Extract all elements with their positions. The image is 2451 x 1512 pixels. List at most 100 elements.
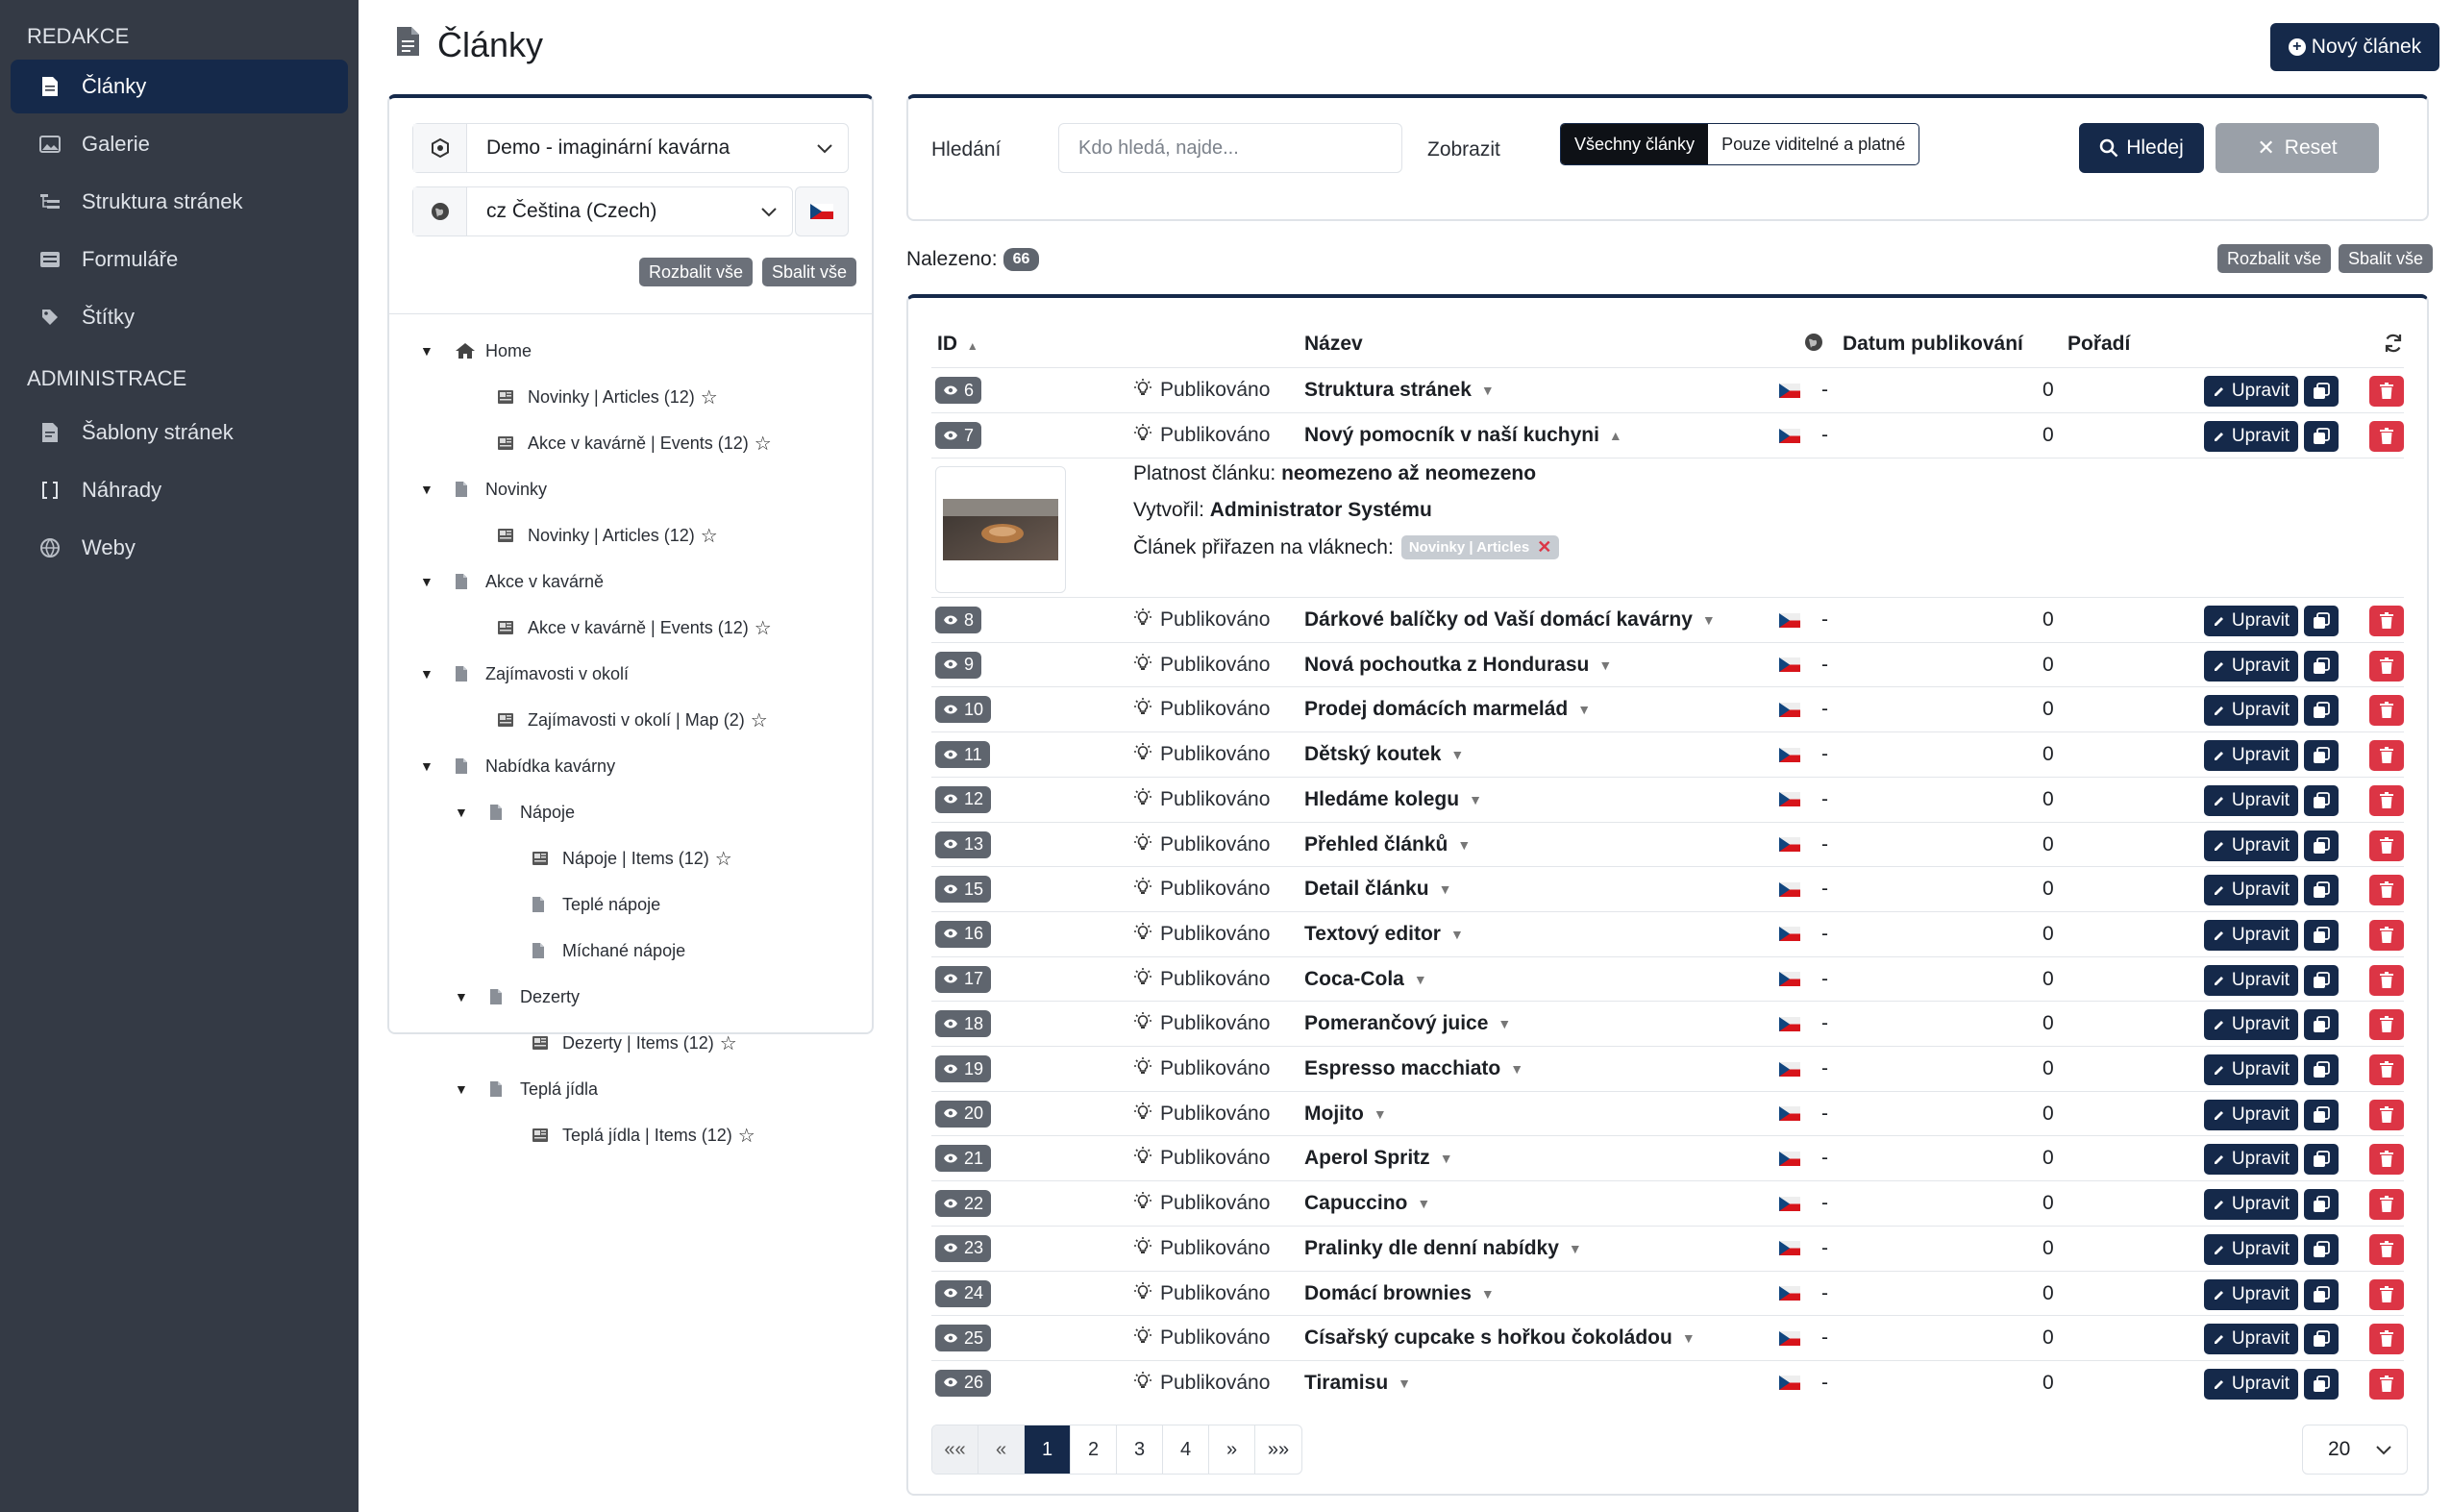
edit-button[interactable]: Upravit	[2204, 1233, 2298, 1265]
id-badge[interactable]: 9	[935, 651, 982, 679]
edit-button[interactable]: Upravit	[2204, 1278, 2298, 1310]
table-row[interactable]: 8 Publikováno Dárkové balíčky od Vaší domá…	[931, 597, 2404, 642]
star-icon[interactable]: ☆	[720, 1031, 737, 1055]
table-row[interactable]: 16 Publikováno Textový editor ▼ - 0 Upravit	[931, 910, 2404, 956]
name-cell[interactable]: Hledáme kolegu ▼	[1304, 778, 1482, 822]
caret-down-icon[interactable]: ▼	[1414, 972, 1427, 987]
delete-button[interactable]	[2369, 830, 2404, 861]
edit-button[interactable]: Upravit	[2204, 695, 2298, 727]
tree-toggle-icon[interactable]: ▼	[420, 343, 439, 359]
search-input[interactable]: Kdo hledá, najde...	[1058, 123, 1402, 173]
id-badge[interactable]: 8	[935, 607, 982, 633]
filter-visible-valid[interactable]: Pouze viditelné a platné	[1708, 124, 1919, 164]
caret-down-icon[interactable]: ▼	[1450, 927, 1464, 942]
caret-down-icon[interactable]: ▼	[1457, 837, 1471, 853]
caret-down-icon[interactable]: ▼	[1417, 1196, 1430, 1211]
duplicate-button[interactable]	[2304, 830, 2339, 861]
column-header-date[interactable]: Datum publikování	[1843, 333, 2023, 356]
edit-button[interactable]: Upravit	[2204, 650, 2298, 682]
id-badge[interactable]: 24	[935, 1279, 992, 1307]
delete-button[interactable]	[2369, 964, 2404, 996]
duplicate-button[interactable]	[2304, 376, 2339, 407]
sidebar-item-r-0[interactable]: Články	[11, 60, 348, 113]
duplicate-button[interactable]	[2304, 1368, 2339, 1400]
star-icon[interactable]: ☆	[755, 616, 772, 640]
name-cell[interactable]: Nový pomocník v naší kuchyni ▲	[1304, 413, 1622, 458]
caret-down-icon[interactable]: ▼	[1577, 702, 1591, 717]
tree-node[interactable]: Zajímavosti v okolí | Map (2) ☆	[497, 706, 768, 734]
sidebar-item-a-1[interactable]: Náhrady	[11, 463, 348, 517]
caret-down-icon[interactable]: ▼	[1598, 657, 1612, 673]
name-cell[interactable]: Capuccino ▼	[1304, 1181, 1430, 1226]
table-row[interactable]: 22 Publikováno Capuccino ▼ - 0 Upravit	[931, 1180, 2404, 1226]
id-badge[interactable]: 16	[935, 920, 992, 948]
id-badge[interactable]: 17	[935, 965, 992, 993]
tree-collapse-all-button[interactable]: Sbalit vše	[762, 258, 857, 286]
name-cell[interactable]: Detail článku ▼	[1304, 867, 1451, 911]
sidebar-item-r-1[interactable]: Galerie	[11, 117, 348, 171]
name-cell[interactable]: Coca-Cola ▼	[1304, 957, 1427, 1002]
tree-node[interactable]: Teplé nápoje	[532, 890, 660, 919]
delete-button[interactable]	[2369, 784, 2404, 816]
page-last[interactable]: »»	[1255, 1425, 1301, 1474]
name-cell[interactable]: Prodej domácích marmelád ▼	[1304, 687, 1591, 731]
edit-button[interactable]: Upravit	[2204, 1054, 2298, 1085]
tree-node[interactable]: ▼ Nápoje	[455, 798, 575, 827]
caret-down-icon[interactable]: ▼	[1510, 1061, 1523, 1077]
tree-node[interactable]: Dezerty | Items (12) ☆	[532, 1029, 737, 1057]
caret-up-icon[interactable]: ▲	[1609, 428, 1622, 443]
tree-toggle-icon[interactable]: ▼	[420, 758, 439, 774]
table-row[interactable]: 13 Publikováno Přehled článků ▼ - 0 Upravit	[931, 821, 2404, 867]
page-2[interactable]: 2	[1071, 1425, 1117, 1474]
edit-button[interactable]: Upravit	[2204, 376, 2298, 407]
page-next[interactable]: »	[1209, 1425, 1255, 1474]
delete-button[interactable]	[2369, 421, 2404, 452]
name-cell[interactable]: Tiramisu ▼	[1304, 1361, 1411, 1405]
tree-node[interactable]: Novinky | Articles (12) ☆	[497, 383, 718, 411]
delete-button[interactable]	[2369, 695, 2404, 727]
table-row[interactable]: 10 Publikováno Prodej domácích marmelád ▼ - 0…	[931, 686, 2404, 731]
table-row[interactable]: 7 Publikováno Nový pomocník v naší kuchyni…	[931, 412, 2404, 458]
edit-button[interactable]: Upravit	[2204, 1368, 2298, 1400]
delete-button[interactable]	[2369, 1324, 2404, 1355]
caret-down-icon[interactable]: ▼	[1481, 1286, 1495, 1301]
tree-node[interactable]: ▼ Nabídka kavárny	[420, 752, 615, 781]
edit-button[interactable]: Upravit	[2204, 919, 2298, 951]
page-first[interactable]: ««	[932, 1425, 978, 1474]
tree-node[interactable]: ▼ Dezerty	[455, 982, 580, 1011]
edit-button[interactable]: Upravit	[2204, 1099, 2298, 1130]
duplicate-button[interactable]	[2304, 1233, 2339, 1265]
star-icon[interactable]: ☆	[755, 432, 772, 456]
tree-node[interactable]: Nápoje | Items (12) ☆	[532, 844, 732, 873]
edit-button[interactable]: Upravit	[2204, 1144, 2298, 1176]
delete-button[interactable]	[2369, 740, 2404, 772]
name-cell[interactable]: Domácí brownies ▼	[1304, 1272, 1495, 1316]
name-cell[interactable]: Přehled článků ▼	[1304, 823, 1471, 867]
caret-down-icon[interactable]: ▼	[1481, 383, 1495, 398]
table-row[interactable]: 17 Publikováno Coca-Cola ▼ - 0 Upravit	[931, 955, 2404, 1002]
duplicate-button[interactable]	[2304, 919, 2339, 951]
delete-button[interactable]	[2369, 1368, 2404, 1400]
table-row[interactable]: 9 Publikováno Nová pochoutka z Hondurasu ▼ -…	[931, 641, 2404, 687]
tree-node[interactable]: ▼ Home	[420, 336, 532, 365]
duplicate-button[interactable]	[2304, 1278, 2339, 1310]
tree-node[interactable]: Akce v kavárně | Events (12) ☆	[497, 429, 772, 458]
duplicate-button[interactable]	[2304, 1324, 2339, 1355]
column-header-id[interactable]: ID ▲	[937, 333, 978, 356]
delete-button[interactable]	[2369, 919, 2404, 951]
name-cell[interactable]: Dárkové balíčky od Vaší domácí kavárny ▼	[1304, 598, 1716, 642]
caret-down-icon[interactable]: ▼	[1398, 1376, 1411, 1391]
name-cell[interactable]: Dětský koutek ▼	[1304, 732, 1464, 777]
edit-button[interactable]: Upravit	[2204, 1324, 2298, 1355]
name-cell[interactable]: Aperol Spritz ▼	[1304, 1136, 1453, 1180]
caret-down-icon[interactable]: ▼	[1374, 1106, 1387, 1122]
star-icon[interactable]: ☆	[738, 1124, 755, 1148]
name-cell[interactable]: Císařský cupcake s hořkou čokoládou ▼	[1304, 1316, 1696, 1360]
id-badge[interactable]: 12	[935, 785, 992, 813]
id-badge[interactable]: 15	[935, 876, 992, 904]
edit-button[interactable]: Upravit	[2204, 1189, 2298, 1221]
site-select[interactable]: Demo - imaginární kavárna	[412, 123, 849, 173]
duplicate-button[interactable]	[2304, 1009, 2339, 1041]
edit-button[interactable]: Upravit	[2204, 830, 2298, 861]
delete-button[interactable]	[2369, 1278, 2404, 1310]
